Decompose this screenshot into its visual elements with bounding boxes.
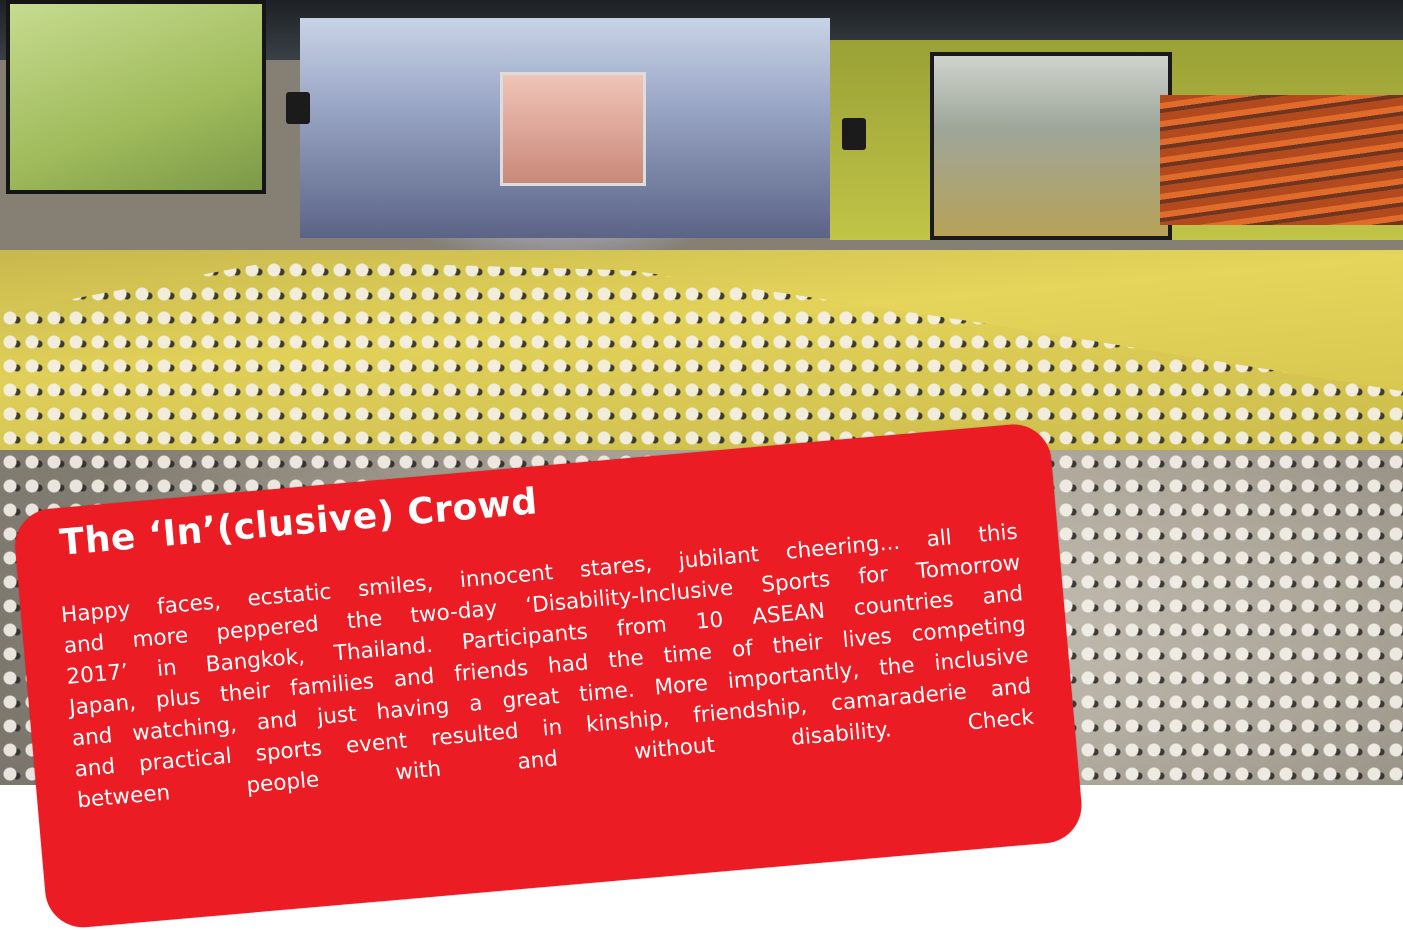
speaker-right	[842, 118, 866, 150]
right-video-screen	[930, 52, 1172, 240]
stadium-seats	[1160, 95, 1403, 225]
article-body: Happy faces, ecstatic smiles, innocent s…	[60, 516, 1035, 816]
speaker-left	[286, 92, 310, 124]
article-card: The ‘In’(clusive) Crowd Happy faces, ecs…	[12, 421, 1085, 930]
stage-screen	[500, 72, 646, 186]
left-video-screen	[6, 0, 266, 194]
